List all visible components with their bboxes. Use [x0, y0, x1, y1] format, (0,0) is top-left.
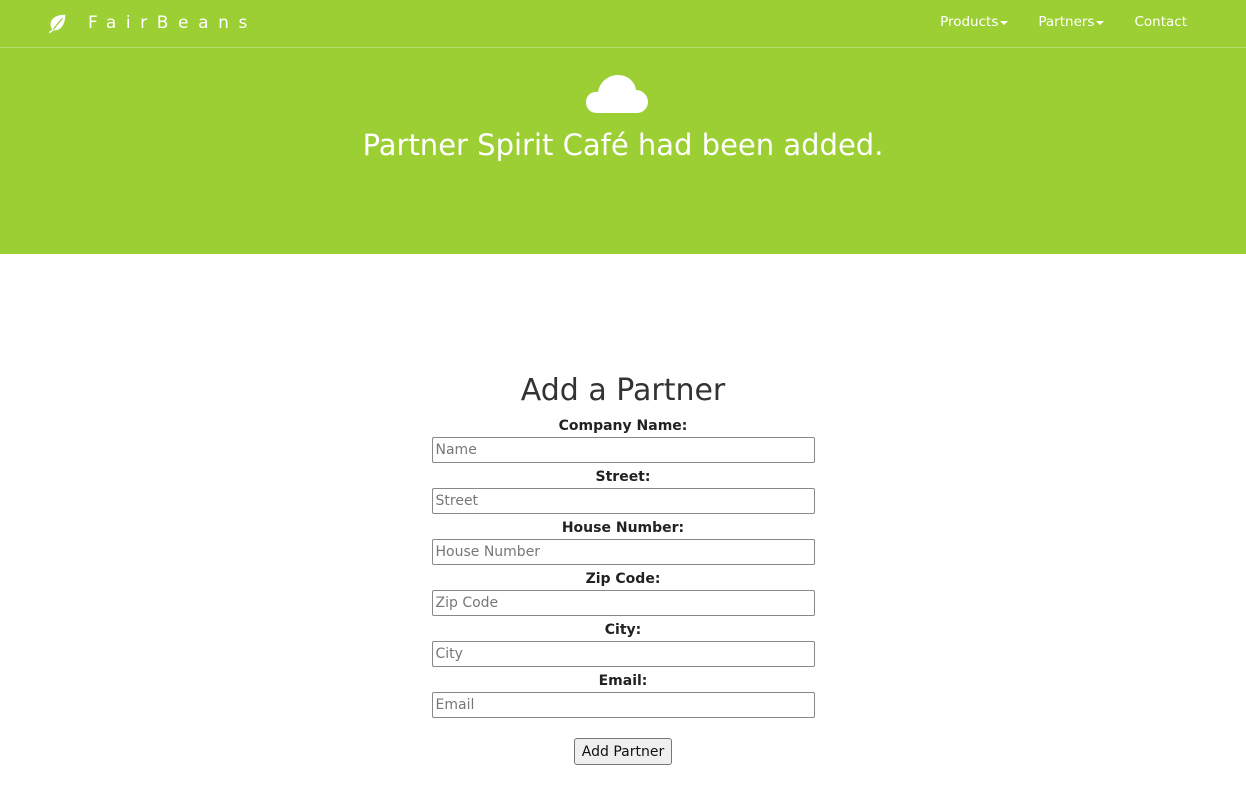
company-name-input[interactable]	[431, 437, 815, 463]
street-input[interactable]	[431, 488, 815, 514]
caret-down-icon	[1096, 21, 1105, 25]
brand-link[interactable]: FairBeans	[46, 10, 257, 36]
nav-item-products[interactable]: Products	[940, 14, 1009, 30]
caret-down-icon	[1000, 21, 1009, 25]
add-partner-form: Add a Partner Company Name: Street: Hous…	[0, 368, 1246, 765]
success-message: Partner Spirit Café had been added.	[362, 128, 884, 162]
add-partner-button[interactable]: Add Partner	[573, 738, 673, 765]
house-number-label: House Number:	[561, 520, 685, 536]
company-name-label: Company Name:	[558, 418, 688, 434]
city-input[interactable]	[431, 641, 815, 667]
email-label: Email:	[598, 673, 648, 689]
nav-item-label: Products	[940, 14, 999, 30]
street-label: Street:	[595, 469, 651, 485]
nav-item-label: Contact	[1134, 14, 1187, 30]
nav-item-label: Partners	[1038, 14, 1095, 30]
city-label: City:	[604, 622, 642, 638]
zip-code-label: Zip Code:	[585, 571, 661, 587]
nav-item-contact[interactable]: Contact	[1134, 14, 1187, 30]
form-title: Add a Partner	[520, 373, 726, 408]
hero-banner: Partner Spirit Café had been added.	[0, 48, 1246, 254]
nav-item-partners[interactable]: Partners	[1038, 14, 1105, 30]
cloud-icon	[586, 75, 648, 113]
leaf-icon	[48, 14, 66, 34]
top-navbar: FairBeans Products Partners Contact	[0, 0, 1246, 48]
house-number-input[interactable]	[431, 539, 815, 565]
main-nav: Products Partners Contact	[940, 0, 1187, 44]
zip-code-input[interactable]	[431, 590, 815, 616]
email-input[interactable]	[431, 692, 815, 718]
brand-name: FairBeans	[88, 13, 257, 33]
